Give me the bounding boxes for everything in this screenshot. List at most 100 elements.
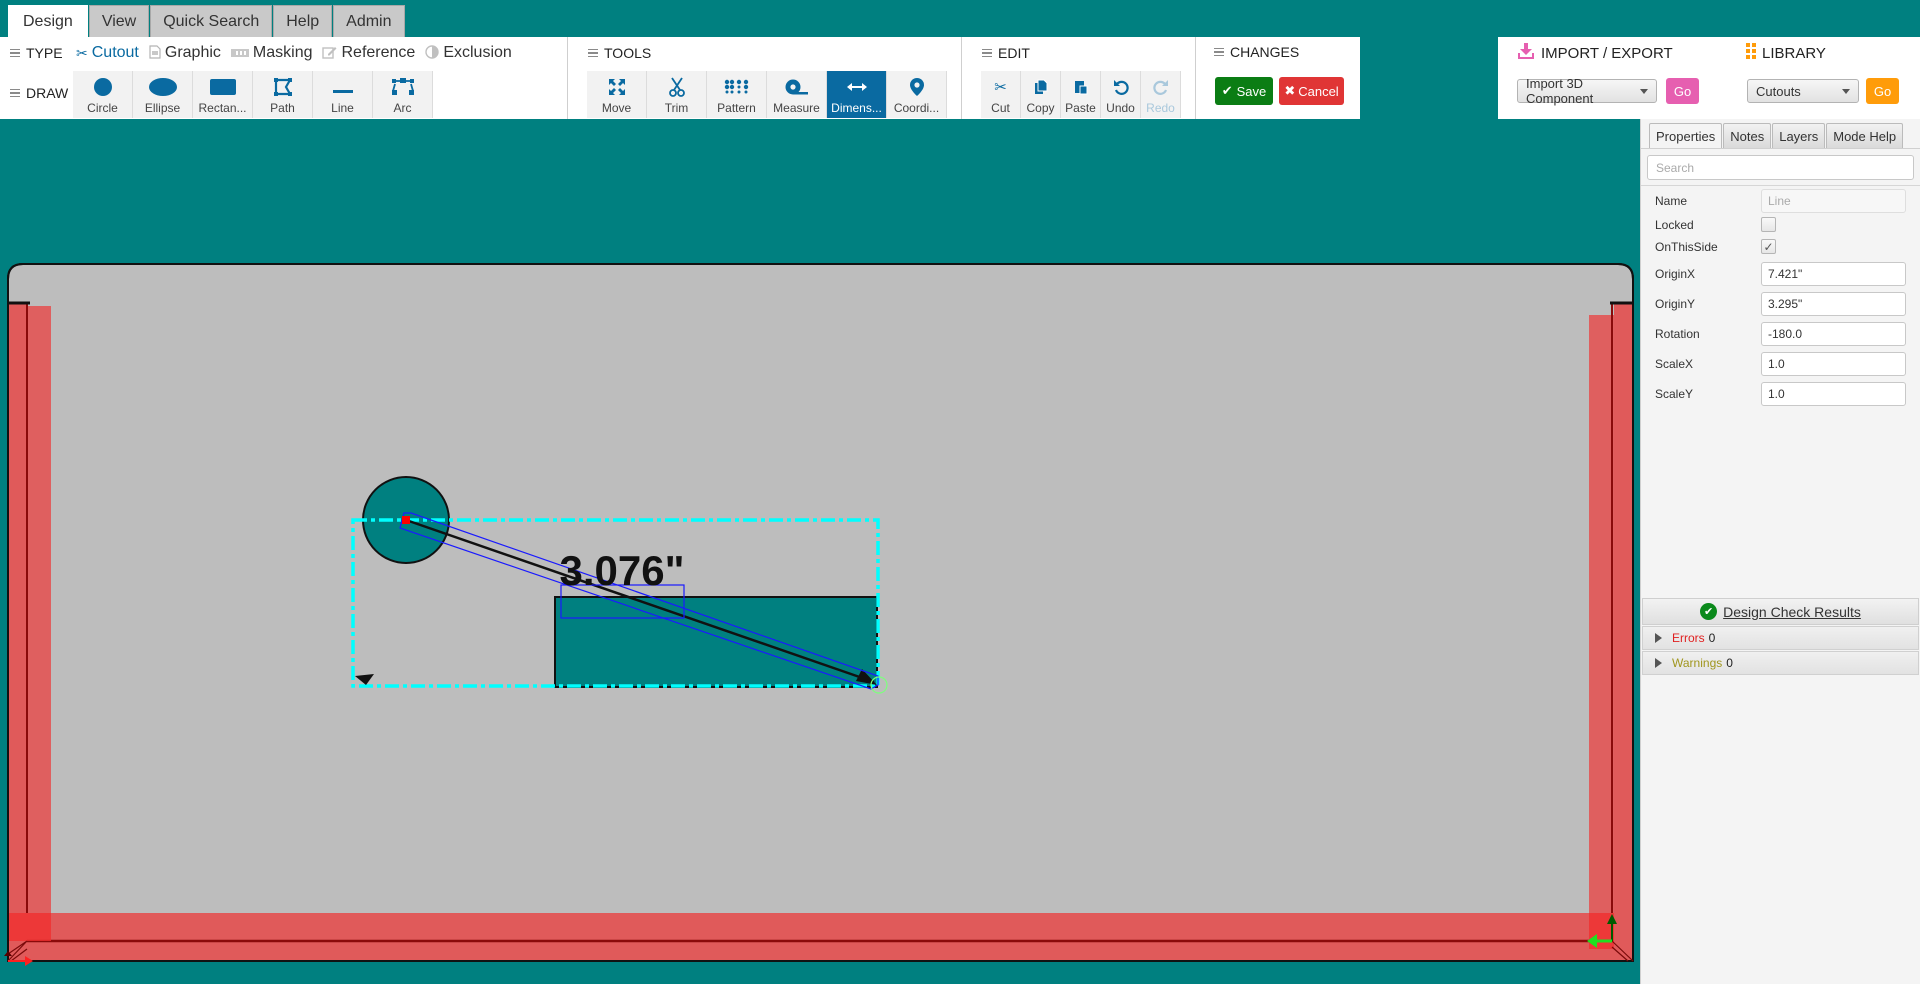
hamburger-icon[interactable]: [588, 47, 598, 60]
onthisside-checkbox[interactable]: ✓: [1761, 239, 1776, 254]
import-export-title: IMPORT / EXPORT: [1517, 43, 1673, 64]
property-originy-label: OriginY: [1655, 297, 1696, 311]
tab-quick-search[interactable]: Quick Search: [150, 5, 273, 37]
tab-design[interactable]: Design: [8, 5, 88, 37]
property-name-field[interactable]: [1761, 189, 1906, 213]
type-reference-label: Reference: [341, 44, 416, 61]
property-scalex-row: ScaleX: [1655, 352, 1913, 376]
draw-rectangle-label: Rectan...: [198, 101, 247, 115]
errors-accordion[interactable]: Errors 0: [1642, 626, 1919, 650]
type-exclusion[interactable]: Exclusion: [425, 44, 512, 62]
warnings-accordion[interactable]: Warnings 0: [1642, 651, 1919, 675]
tool-move-button[interactable]: Move: [587, 71, 647, 118]
type-cutout-label: Cutout: [91, 44, 139, 61]
property-onthisside-row: OnThisSide ✓: [1655, 239, 1913, 254]
tab-notes[interactable]: Notes: [1723, 123, 1772, 148]
chevron-down-icon: [1842, 88, 1850, 94]
type-masking[interactable]: Masking: [230, 44, 313, 62]
type-graphic[interactable]: Graphic: [149, 44, 221, 62]
tool-dimension-button[interactable]: Dimens...: [827, 71, 887, 118]
type-cutout[interactable]: ✂ Cutout: [76, 44, 139, 62]
draw-line-button[interactable]: Line: [313, 71, 373, 118]
triangle-right-icon: [1655, 633, 1662, 643]
dimension-arrows-icon: [846, 75, 868, 99]
hamburger-icon[interactable]: [982, 47, 992, 60]
dimension-label[interactable]: 3.076": [559, 547, 684, 594]
ribbon-toolbar: TYPE ✂ Cutout Graphic Masking Reference: [0, 37, 1360, 119]
cancel-button[interactable]: ✖ Cancel: [1279, 77, 1344, 105]
arc-icon: [391, 75, 415, 99]
canvas-svg[interactable]: 3.076": [0, 119, 1640, 984]
draw-arc-button[interactable]: Arc: [373, 71, 433, 118]
draw-path-label: Path: [270, 101, 295, 115]
errors-label: Errors: [1672, 631, 1705, 645]
type-graphic-label: Graphic: [164, 44, 221, 61]
edit-undo-button[interactable]: Undo: [1101, 71, 1141, 118]
scissors-icon: ✂: [76, 44, 88, 61]
design-canvas[interactable]: 3.076": [0, 119, 1640, 984]
locked-checkbox[interactable]: [1761, 217, 1776, 232]
type-masking-label: Masking: [252, 44, 313, 61]
edit-section-title: EDIT: [982, 45, 1030, 61]
paste-icon: [1074, 75, 1088, 99]
pattern-icon: [724, 75, 750, 99]
tab-properties[interactable]: Properties: [1649, 123, 1723, 148]
edit-cut-button[interactable]: ✂ Cut: [981, 71, 1021, 118]
circle-icon: [93, 75, 113, 99]
hamburger-icon[interactable]: [1214, 46, 1224, 59]
design-check-results-button[interactable]: ✔ Design Check Results: [1642, 598, 1919, 625]
originy-field[interactable]: [1761, 292, 1906, 316]
draw-path-button[interactable]: Path: [253, 71, 313, 118]
save-button[interactable]: ✔ Save: [1215, 77, 1273, 105]
import-export-select[interactable]: Import 3D Component: [1517, 76, 1657, 106]
tool-trim-button[interactable]: Trim: [647, 71, 707, 118]
edit-redo-button[interactable]: Redo: [1141, 71, 1181, 118]
tool-coordinate-button[interactable]: Coordi...: [887, 71, 947, 118]
property-rotation-row: Rotation: [1655, 322, 1913, 346]
check-icon: ✓: [1763, 239, 1774, 254]
property-locked-label: Locked: [1655, 217, 1694, 232]
scaley-field[interactable]: [1761, 382, 1906, 406]
edit-copy-button[interactable]: Copy: [1021, 71, 1061, 118]
rotation-field[interactable]: [1761, 322, 1906, 346]
library-go-button[interactable]: Go: [1866, 78, 1899, 104]
tool-measure-button[interactable]: Measure: [767, 71, 827, 118]
scissors-icon: ✂: [994, 79, 1007, 96]
type-selector: ✂ Cutout Graphic Masking Reference Exclu…: [76, 44, 512, 62]
edit-paste-button[interactable]: Paste: [1061, 71, 1101, 118]
import-export-go-button[interactable]: Go: [1666, 78, 1699, 104]
property-search-input[interactable]: [1647, 155, 1914, 180]
tools-title-text: TOOLS: [604, 45, 652, 61]
hamburger-icon[interactable]: [10, 47, 20, 60]
originx-field[interactable]: [1761, 262, 1906, 286]
keepout-right-outer: [1614, 304, 1633, 961]
tab-admin[interactable]: Admin: [333, 5, 405, 37]
check-circle-icon: ✔: [1700, 603, 1718, 620]
hamburger-icon[interactable]: [10, 87, 20, 100]
draw-rectangle-button[interactable]: Rectan...: [193, 71, 253, 118]
keepout-right-inner: [1589, 315, 1614, 961]
warnings-count: 0: [1726, 656, 1733, 670]
rectangle-cutout: [554, 596, 878, 688]
tab-layers[interactable]: Layers: [1772, 123, 1826, 148]
half-circle-icon: [425, 44, 440, 62]
draw-ellipse-button[interactable]: Ellipse: [133, 71, 193, 118]
edit-title-text: EDIT: [998, 45, 1030, 61]
redo-icon: [1152, 75, 1169, 99]
tab-view[interactable]: View: [88, 5, 150, 37]
property-originy-row: OriginY: [1655, 292, 1913, 316]
ribbon-divider: [961, 37, 962, 119]
scalex-field[interactable]: [1761, 352, 1906, 376]
draw-circle-button[interactable]: Circle: [73, 71, 133, 118]
draw-circle-label: Circle: [87, 101, 118, 115]
import-export-title-text: IMPORT / EXPORT: [1541, 45, 1673, 62]
library-select[interactable]: Cutouts: [1747, 79, 1859, 103]
tab-mode-help[interactable]: Mode Help: [1826, 123, 1904, 148]
import-export-selected: Import 3D Component: [1526, 76, 1594, 106]
changes-section-title: CHANGES: [1214, 44, 1299, 60]
tool-pattern-button[interactable]: Pattern: [707, 71, 767, 118]
copy-icon: [1034, 75, 1048, 99]
type-reference[interactable]: Reference: [322, 44, 415, 62]
edit-group: ✂ Cut Copy Paste Undo Redo: [981, 71, 1181, 118]
tab-help[interactable]: Help: [273, 5, 333, 37]
